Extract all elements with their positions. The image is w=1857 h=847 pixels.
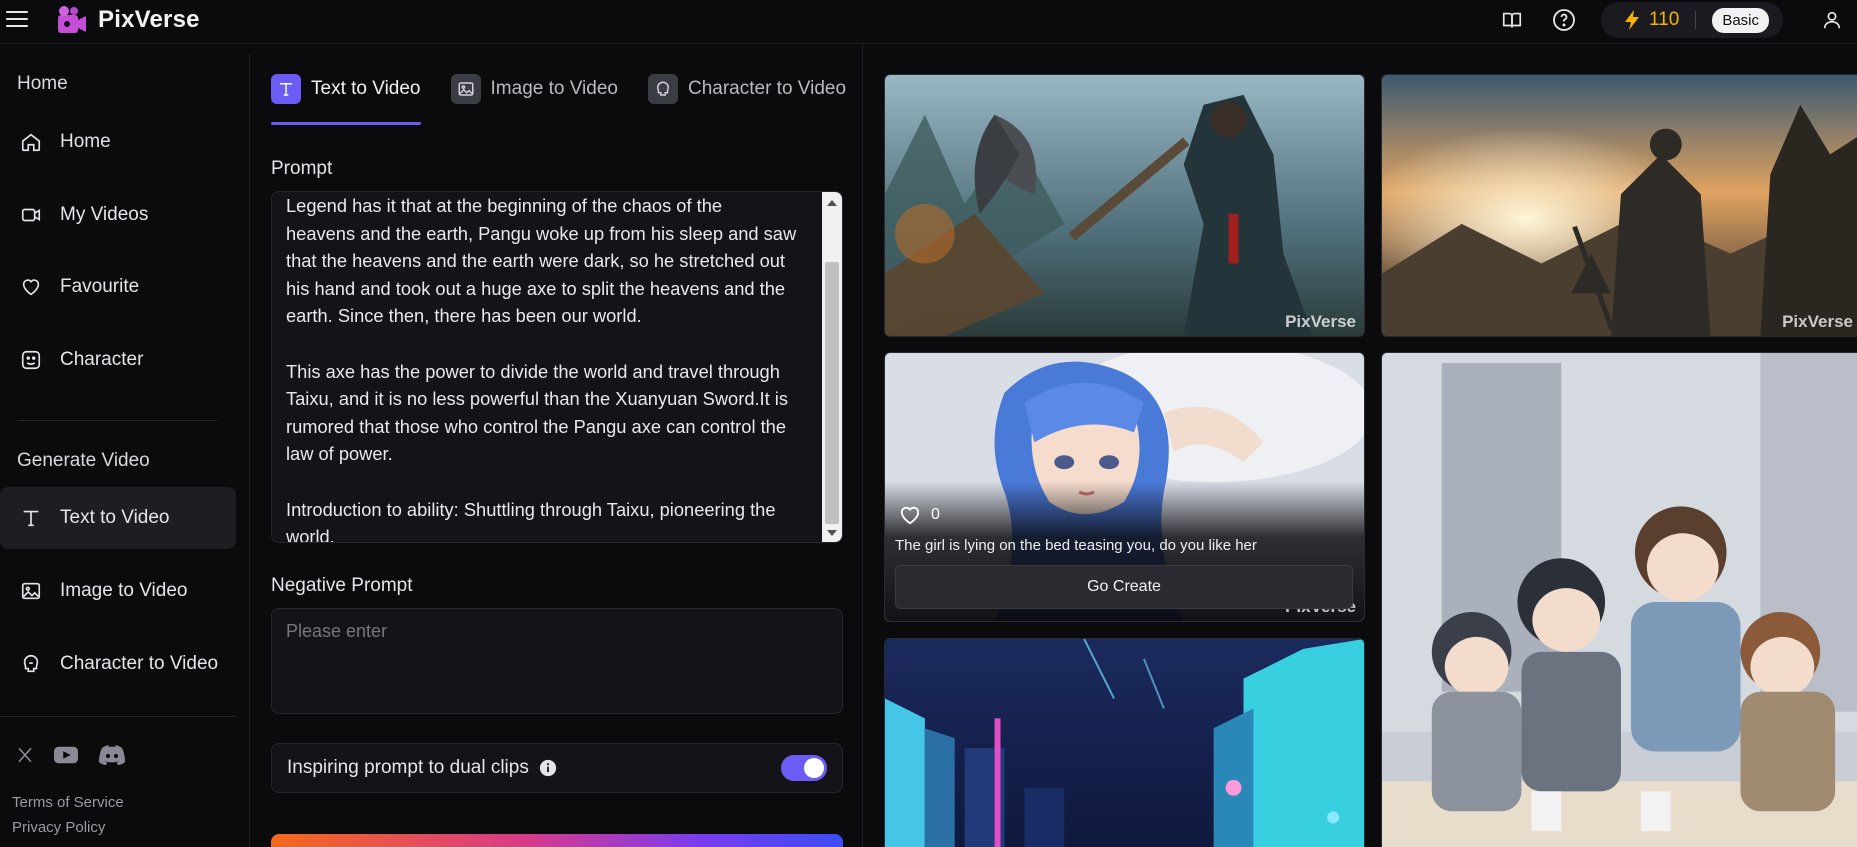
- sidebar: Home Home My Videos Favourite Character …: [0, 54, 250, 847]
- privacy-link[interactable]: Privacy Policy: [12, 819, 105, 836]
- text-icon: [23, 510, 39, 527]
- youtube-icon[interactable]: [54, 746, 78, 764]
- top-right-actions: 110 Basic: [1495, 0, 1857, 40]
- negative-prompt-label: Negative Prompt: [271, 575, 413, 596]
- like-count: 0: [931, 506, 940, 523]
- scroll-up-icon[interactable]: [827, 200, 837, 206]
- text-tab-icon: [271, 74, 301, 104]
- prompt-scrollbar[interactable]: [822, 192, 842, 542]
- warrior-axe-image: [885, 75, 1364, 336]
- info-icon[interactable]: [539, 759, 557, 777]
- sidebar-item-label: Home: [60, 131, 111, 152]
- tab-label: Character to Video: [687, 78, 847, 99]
- sidebar-item-text-to-video[interactable]: Text to Video: [0, 487, 236, 549]
- tab-text-to-video[interactable]: Text to Video: [271, 72, 421, 106]
- prompt-textarea[interactable]: Legend has it that at the beginning of t…: [271, 191, 843, 543]
- sunset-warrior-image: [1382, 75, 1857, 336]
- heart-icon[interactable]: [899, 505, 921, 525]
- scroll-down-icon[interactable]: [827, 530, 837, 536]
- docs-book-icon[interactable]: [1495, 3, 1529, 37]
- character-icon: [21, 350, 41, 370]
- like-row[interactable]: 0: [899, 505, 940, 525]
- app-root: PixVerse 110 Basic Home Home My Videos F…: [0, 0, 1857, 847]
- sidebar-section-home: Home: [17, 73, 68, 94]
- sidebar-item-favourite[interactable]: Favourite: [0, 256, 236, 318]
- sidebar-divider-bottom: [0, 716, 236, 717]
- generation-form: Text to Video Image to Video Character t…: [251, 44, 863, 847]
- help-icon[interactable]: [1547, 3, 1581, 37]
- sidebar-divider: [17, 420, 217, 421]
- video-icon: [21, 208, 41, 222]
- sidebar-item-my-videos[interactable]: My Videos: [0, 184, 236, 246]
- user-icon[interactable]: [1815, 3, 1849, 37]
- character-tab-icon: [647, 74, 678, 104]
- mode-tabs: Text to Video Image to Video Character t…: [271, 72, 846, 106]
- discord-icon[interactable]: [98, 744, 126, 766]
- sidebar-item-image-to-video[interactable]: Image to Video: [0, 560, 236, 622]
- watermark: PixVerse: [1285, 312, 1356, 331]
- sidebar-item-home[interactable]: Home: [0, 111, 236, 173]
- top-bar: PixVerse 110 Basic: [0, 0, 1857, 44]
- tab-label: Text to Video: [311, 78, 421, 99]
- sidebar-item-character-to-video[interactable]: Character to Video: [0, 633, 236, 695]
- inspiration-gallery: PixVerse PixVerse 0 The girl is lying on…: [864, 44, 1857, 847]
- toggle-knob: [804, 758, 824, 778]
- logo-icon: [58, 6, 86, 33]
- terms-link[interactable]: Terms of Service: [12, 794, 124, 811]
- neon-city-image: [885, 639, 1364, 847]
- scroll-thumb[interactable]: [825, 262, 839, 524]
- card-caption: The girl is lying on the bed teasing you…: [895, 537, 1257, 554]
- sidebar-item-label: My Videos: [60, 204, 149, 225]
- credits-count: 110: [1649, 9, 1680, 30]
- plan-badge[interactable]: Basic: [1712, 7, 1769, 33]
- logo-text: PixVerse: [98, 6, 200, 33]
- sidebar-item-character[interactable]: Character: [0, 329, 236, 391]
- home-icon: [21, 133, 41, 152]
- dual-clips-label: Inspiring prompt to dual clips: [287, 757, 529, 778]
- dual-clips-toggle[interactable]: [781, 755, 827, 781]
- prompt-text[interactable]: Legend has it that at the beginning of t…: [286, 192, 816, 542]
- gallery-card-featured[interactable]: PixVerse 0 The girl is lying on the bed …: [884, 352, 1365, 622]
- x-twitter-icon[interactable]: [16, 746, 34, 764]
- menu-icon[interactable]: [6, 8, 28, 30]
- tab-image-to-video[interactable]: Image to Video: [450, 72, 618, 106]
- go-create-button[interactable]: Go Create: [895, 565, 1353, 609]
- social-links: [16, 744, 126, 766]
- tab-label: Image to Video: [490, 78, 618, 99]
- heart-icon: [22, 279, 40, 296]
- image-tab-icon: [450, 74, 481, 104]
- sidebar-item-label: Favourite: [60, 276, 140, 297]
- gallery-card[interactable]: PixVerse: [1381, 352, 1857, 847]
- credits-badge[interactable]: 110 Basic: [1601, 2, 1783, 38]
- active-tab-indicator: [271, 122, 421, 125]
- sidebar-item-label: Character to Video: [60, 653, 219, 674]
- image-icon: [21, 582, 41, 600]
- sidebar-section-generate: Generate Video: [17, 450, 150, 471]
- character-video-icon: [23, 654, 39, 673]
- lightning-icon: [1625, 10, 1640, 30]
- watermark: PixVerse: [1782, 312, 1853, 331]
- negative-prompt-input[interactable]: [271, 608, 843, 714]
- sidebar-item-label: Character: [60, 349, 144, 370]
- sidebar-item-label: Text to Video: [60, 507, 170, 528]
- anime-boys-image: [1382, 353, 1857, 847]
- tab-character-to-video[interactable]: Character to Video: [647, 72, 847, 106]
- credits-divider: [1695, 11, 1697, 29]
- gallery-card[interactable]: PixVerse: [884, 74, 1365, 337]
- create-button[interactable]: [271, 834, 843, 847]
- dual-clips-row: Inspiring prompt to dual clips: [271, 743, 843, 793]
- prompt-label: Prompt: [271, 158, 333, 179]
- gallery-card[interactable]: PixVerse: [1381, 74, 1857, 337]
- logo[interactable]: PixVerse: [56, 0, 200, 40]
- sidebar-item-label: Image to Video: [60, 580, 188, 601]
- gallery-card[interactable]: [884, 638, 1365, 847]
